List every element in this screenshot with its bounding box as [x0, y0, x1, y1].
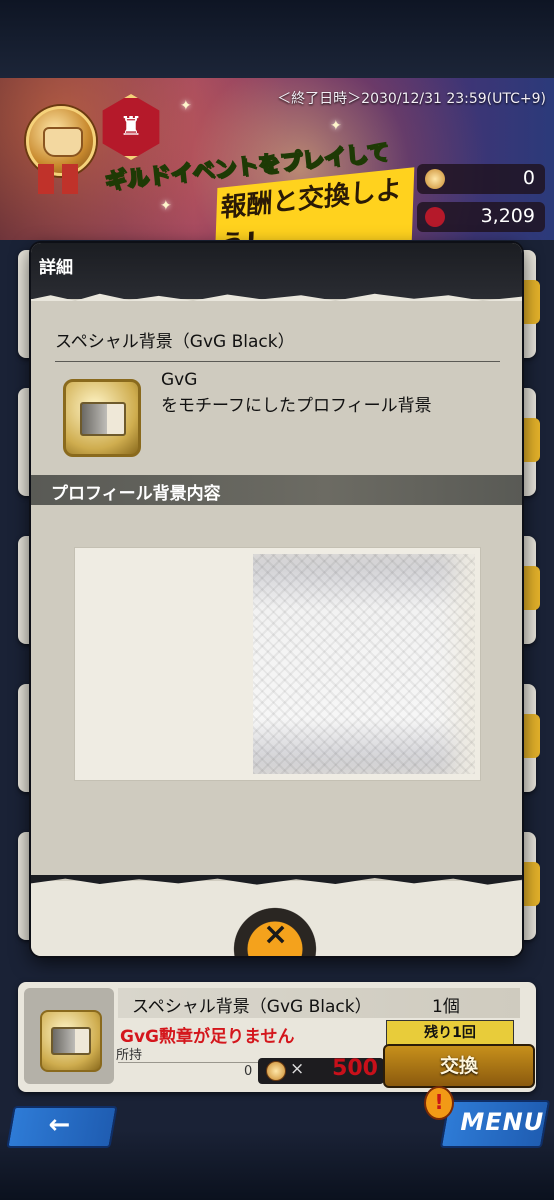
- exchange-item-count: 1個: [432, 997, 460, 1017]
- exchange-name-bar: スペシャル背景（GvG Black） 1個: [118, 988, 520, 1018]
- owned-value: 0: [244, 1064, 253, 1079]
- castle-token-icon: [425, 207, 445, 227]
- sparkle-icon: ✦: [330, 118, 342, 134]
- section-title: プロフィール背景内容: [51, 484, 221, 504]
- event-banner: ✦ ✦ ✦ ✦ ♜ ＜終了日時＞2030/12/31 23:59(UTC+9) …: [0, 78, 554, 240]
- alert-icon: !: [424, 1086, 454, 1120]
- ribbon-icon: [62, 164, 78, 194]
- owned-label: 所持: [116, 1048, 143, 1063]
- exchange-button[interactable]: 交換: [383, 1044, 535, 1088]
- event-end-date: ＜終了日時＞2030/12/31 23:59(UTC+9): [277, 91, 546, 107]
- background-preview: [74, 547, 481, 781]
- gvg-medal-icon: [425, 169, 445, 189]
- item-name-row: スペシャル背景（GvG Black）: [55, 327, 500, 362]
- insufficient-warning: GvG勲章が足りません: [120, 1027, 295, 1047]
- times-sign: ×: [290, 1059, 305, 1079]
- sparkle-icon: ✦: [180, 98, 192, 114]
- top-status-area: [0, 0, 554, 78]
- castle-badge-icon: ♜: [102, 94, 160, 160]
- profile-background-icon: [63, 379, 141, 457]
- castle-token-value: 3,209: [480, 205, 535, 227]
- divider: [118, 1062, 258, 1063]
- gvg-medal-icon: [26, 106, 96, 176]
- ribbon-icon: [38, 164, 54, 194]
- dialog-title: 詳細: [39, 258, 73, 278]
- exchange-panel: スペシャル背景（GvG Black） 1個 GvG勲章が足りません 所持 0 ×…: [18, 982, 536, 1092]
- back-arrow-icon[interactable]: ←: [48, 1110, 70, 1140]
- gvg-medal-icon: [266, 1061, 286, 1081]
- section-header: プロフィール背景内容: [31, 475, 522, 505]
- item-desc-line1: GvG: [161, 370, 198, 390]
- exchange-price: 500: [332, 1056, 378, 1081]
- menu-button[interactable]: MENU: [439, 1100, 551, 1148]
- remaining-badge: 残り1回: [386, 1020, 514, 1046]
- close-button[interactable]: ×: [221, 901, 327, 956]
- gvg-medal-counter: 0: [417, 164, 545, 194]
- castle-token-counter: 3,209: [417, 202, 545, 232]
- exchange-cost: × 500: [258, 1056, 384, 1084]
- dialog-body[interactable]: スペシャル背景（GvG Black） GvG をモチーフにしたプロフィール背景 …: [31, 301, 522, 881]
- detail-dialog: 詳細 スペシャル背景（GvG Black） GvG をモチーフにしたプロフィール…: [31, 243, 522, 956]
- close-icon[interactable]: ×: [263, 917, 288, 952]
- menu-label[interactable]: MENU: [460, 1108, 544, 1136]
- item-description: GvG をモチーフにしたプロフィール背景: [161, 367, 432, 419]
- back-button[interactable]: ←: [6, 1106, 118, 1148]
- exchange-item-icon-box: [24, 988, 114, 1084]
- background-preview-image: [253, 554, 475, 774]
- item-desc-line2: をモチーフにしたプロフィール背景: [161, 396, 432, 416]
- exchange-item-name: スペシャル背景（GvG Black）: [132, 997, 372, 1017]
- item-name: スペシャル背景（GvG Black）: [55, 332, 295, 352]
- dialog-header: 詳細: [31, 243, 522, 305]
- gvg-medal-value: 0: [522, 167, 535, 189]
- dialog-footer: ×: [31, 875, 522, 956]
- torn-edge: [31, 875, 522, 885]
- profile-background-icon: [40, 1010, 102, 1072]
